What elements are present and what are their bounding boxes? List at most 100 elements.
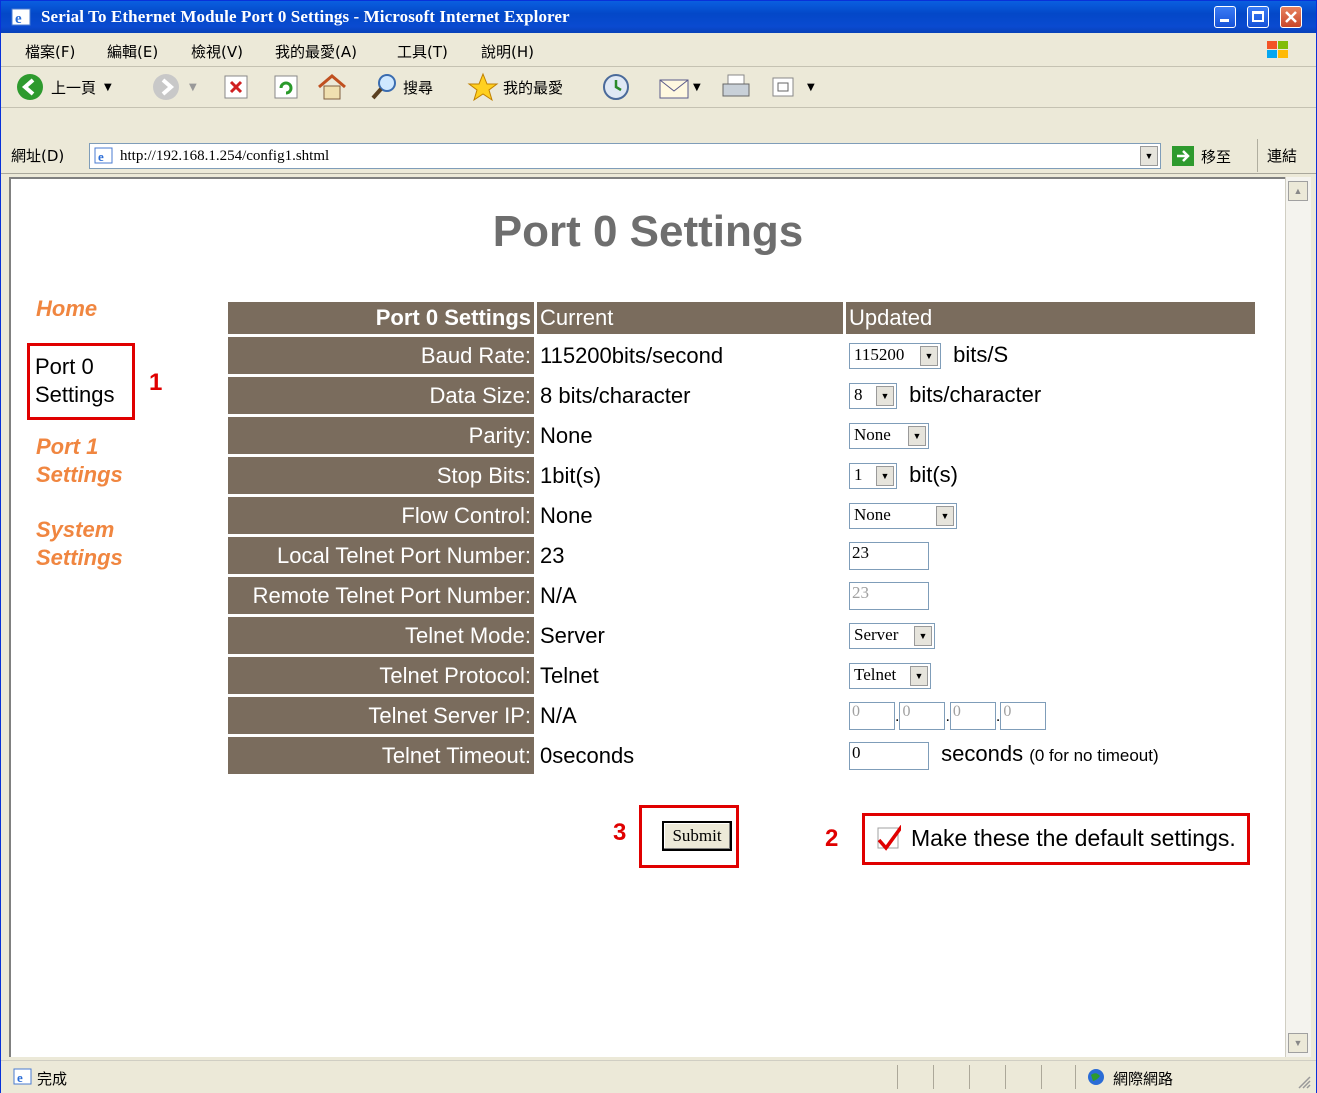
- back-label: 上一頁: [51, 78, 97, 97]
- stop-button[interactable]: [223, 72, 249, 102]
- search-icon: [371, 74, 396, 100]
- edit-dropdown-icon[interactable]: ▼: [807, 82, 815, 93]
- menu-help[interactable]: 說明(H): [481, 41, 534, 62]
- print-icon: [722, 74, 750, 97]
- address-dropdown-icon[interactable]: ▼: [1140, 146, 1158, 166]
- annotation-2: 2: [825, 825, 839, 852]
- row-current: None: [540, 422, 593, 448]
- row-label: Baud Rate:: [228, 337, 534, 374]
- row-current: 115200bits/second: [540, 342, 724, 368]
- row-label: Telnet Timeout:: [228, 737, 534, 774]
- menu-bar: 檔案(F) 編輯(E) 檢視(V) 我的最愛(A) 工具(T) 說明(H): [1, 34, 1316, 67]
- forward-arrow-icon: [153, 74, 179, 100]
- go-button[interactable]: 移至: [1171, 145, 1231, 167]
- home-button[interactable]: [315, 72, 349, 102]
- row-label: Parity:: [228, 417, 534, 454]
- chevron-down-icon: ▼: [914, 626, 932, 647]
- close-icon: [1285, 11, 1297, 23]
- table-row: Parity: None None ▼: [228, 417, 1255, 454]
- print-button[interactable]: [719, 72, 753, 102]
- baud-rate-select[interactable]: 115200 ▼: [849, 343, 941, 370]
- row-current: 23: [540, 542, 565, 568]
- globe-icon: [1088, 1069, 1104, 1085]
- flow-control-select[interactable]: None ▼: [849, 503, 957, 530]
- favorites-star-icon: [467, 72, 499, 102]
- table-row: Local Telnet Port Number: 23 23: [228, 537, 1255, 574]
- chevron-down-icon: ▼: [936, 506, 954, 527]
- back-button[interactable]: 上一頁 ▼: [15, 72, 112, 102]
- window-title: Serial To Ethernet Module Port 0 Setting…: [41, 7, 570, 26]
- address-input[interactable]: e http://192.168.1.254/config1.shtml ▼: [89, 143, 1161, 169]
- page-done-icon: e: [13, 1068, 32, 1085]
- local-port-input[interactable]: 23: [849, 541, 929, 570]
- address-url: http://192.168.1.254/config1.shtml: [120, 148, 330, 164]
- go-label: 移至: [1201, 147, 1232, 166]
- menu-view[interactable]: 檢視(V): [191, 41, 243, 62]
- nav-port1-link[interactable]: Port 1 Settings: [36, 433, 136, 489]
- highlight-box-3: [639, 805, 739, 868]
- maximize-button[interactable]: [1247, 6, 1269, 28]
- chevron-down-icon: ▼: [876, 386, 894, 407]
- vertical-scrollbar[interactable]: ▲ ▼: [1285, 177, 1311, 1057]
- mail-button[interactable]: ▼: [657, 72, 701, 102]
- svg-text:e: e: [17, 1070, 23, 1085]
- menu-tools[interactable]: 工具(T): [397, 41, 448, 62]
- row-label: Stop Bits:: [228, 457, 534, 494]
- menu-favorites[interactable]: 我的最愛(A): [275, 41, 357, 62]
- close-button[interactable]: [1280, 6, 1302, 28]
- row-label: Telnet Mode:: [228, 617, 534, 654]
- telnet-mode-select[interactable]: Server ▼: [849, 623, 935, 650]
- ip-octet-1: 0: [849, 701, 895, 730]
- nav-system-link[interactable]: System Settings: [36, 516, 136, 572]
- parity-select[interactable]: None ▼: [849, 423, 929, 450]
- back-dropdown-icon[interactable]: ▼: [104, 82, 112, 93]
- forward-button[interactable]: ▼: [151, 72, 197, 102]
- data-size-unit: bits/character: [909, 381, 1042, 407]
- menu-file[interactable]: 檔案(F): [25, 41, 75, 62]
- highlight-box-1: [27, 343, 135, 420]
- forward-dropdown-icon[interactable]: ▼: [189, 82, 197, 93]
- menu-edit[interactable]: 編輯(E): [107, 41, 158, 62]
- minimize-icon: [1220, 19, 1229, 22]
- minimize-button[interactable]: [1214, 6, 1236, 28]
- telnet-protocol-select[interactable]: Telnet ▼: [849, 663, 931, 690]
- resize-grip-icon[interactable]: [1297, 1075, 1311, 1089]
- timeout-note: (0 for no timeout): [1029, 746, 1159, 766]
- data-size-select[interactable]: 8 ▼: [849, 383, 897, 410]
- table-row: Remote Telnet Port Number: N/A 23: [228, 577, 1255, 614]
- timeout-input[interactable]: 0: [849, 741, 929, 770]
- links-button[interactable]: 連結: [1267, 145, 1297, 166]
- search-button[interactable]: 搜尋: [369, 72, 433, 102]
- table-row: Baud Rate: 115200bits/second 115200 ▼ bit…: [228, 337, 1255, 374]
- edit-page-button[interactable]: ▼: [769, 72, 815, 102]
- row-current: N/A: [540, 582, 577, 608]
- mail-icon: [659, 79, 689, 99]
- address-label: 網址(D): [11, 147, 65, 165]
- row-current: Telnet: [540, 662, 599, 688]
- row-label: Remote Telnet Port Number:: [228, 577, 534, 614]
- timeout-unit: seconds: [941, 741, 1024, 767]
- browser-window: e Serial To Ethernet Module Port 0 Setti…: [0, 0, 1317, 1093]
- scroll-up-icon[interactable]: ▲: [1288, 181, 1308, 201]
- favorites-label: 我的最愛: [503, 78, 564, 97]
- mail-dropdown-icon[interactable]: ▼: [693, 82, 701, 93]
- chevron-down-icon: ▼: [920, 346, 938, 367]
- toolbar: 上一頁 ▼ ▼ 搜尋 我的最愛 ▼ ▼: [1, 67, 1316, 108]
- favorites-button[interactable]: 我的最愛: [467, 72, 563, 102]
- row-label: Data Size:: [228, 377, 534, 414]
- back-arrow-icon: [17, 74, 43, 100]
- table-header-row: Port 0 Settings Current Updated: [228, 302, 1255, 334]
- chevron-down-icon: ▼: [876, 466, 894, 487]
- scroll-down-icon[interactable]: ▼: [1288, 1033, 1308, 1053]
- table-row: Telnet Protocol: Telnet Telnet ▼: [228, 657, 1255, 694]
- go-arrow-icon: [1172, 146, 1194, 166]
- history-button[interactable]: [601, 72, 631, 102]
- home-icon: [318, 74, 346, 100]
- nav-home-link[interactable]: Home: [36, 295, 97, 323]
- refresh-button[interactable]: [273, 72, 299, 102]
- highlight-box-2: [862, 813, 1250, 865]
- edit-page-icon: [772, 77, 794, 97]
- stop-bits-select[interactable]: 1 ▼: [849, 463, 897, 490]
- status-bar: e 完成 網際網路: [1, 1060, 1316, 1093]
- ip-octet-4: 0: [1000, 701, 1047, 730]
